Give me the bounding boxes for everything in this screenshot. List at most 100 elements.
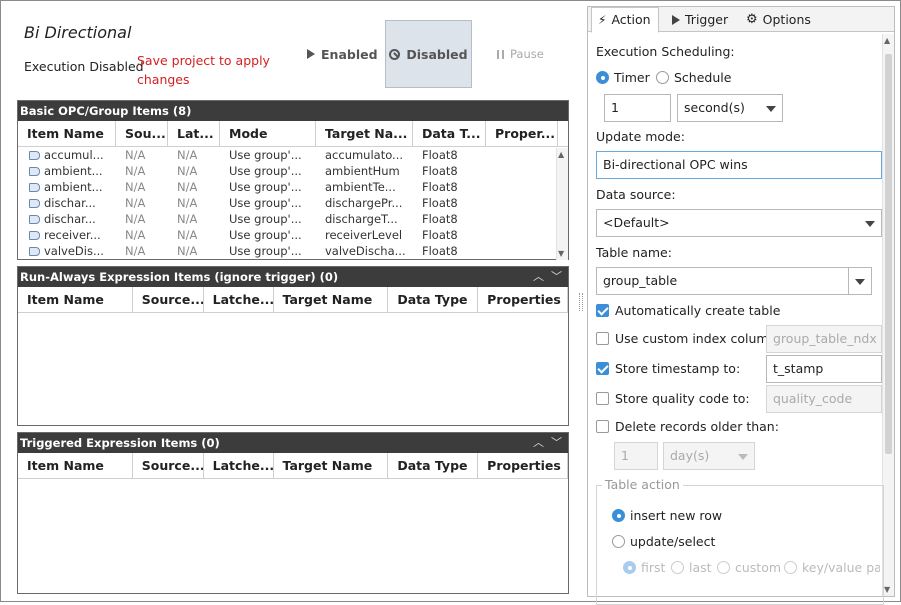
column-header[interactable]: Target Name xyxy=(274,287,389,312)
table-cell: receiver... xyxy=(18,227,116,243)
item-name: ambient... xyxy=(44,164,103,178)
split-divider-handle[interactable] xyxy=(579,293,583,311)
column-header[interactable]: Mode xyxy=(220,121,316,146)
column-header[interactable]: Proper... xyxy=(486,121,558,146)
table-row[interactable]: ambient... N/A N/A Use group'... ambientHum F… xyxy=(18,163,568,179)
column-header[interactable]: Item Name xyxy=(18,453,133,478)
tab-options-label: Options xyxy=(762,11,811,27)
pause-button[interactable]: Pause xyxy=(497,45,544,63)
radio-selected-icon[interactable] xyxy=(596,71,609,84)
table-row[interactable]: ambient... N/A N/A Use group'... ambientTe..… xyxy=(18,179,568,195)
scroll-up-icon[interactable]: ▲ xyxy=(884,36,890,45)
column-header[interactable]: Source... xyxy=(133,287,204,312)
first-radio[interactable]: first xyxy=(623,560,665,575)
column-header[interactable]: Data Type xyxy=(388,453,479,478)
column-header[interactable]: Data Type xyxy=(388,287,479,312)
disabled-button[interactable]: Disabled xyxy=(385,20,472,88)
tag-icon xyxy=(29,151,40,160)
chevron-down-icon xyxy=(738,454,748,460)
table-cell: Use group'... xyxy=(229,180,302,194)
column-header[interactable]: Data T... xyxy=(413,121,486,146)
timer-radio[interactable]: Timer xyxy=(596,70,650,85)
enabled-button[interactable]: Enabled xyxy=(307,45,378,63)
store-quality-checkbox[interactable]: Store quality code to: xyxy=(596,391,750,406)
checkbox-icon[interactable] xyxy=(596,420,609,433)
key-value-radio[interactable]: key/value pair xyxy=(784,560,880,575)
rate-input[interactable]: 1 xyxy=(604,94,671,122)
timestamp-input[interactable]: t_stamp xyxy=(766,355,882,383)
table-cell: accumulato... xyxy=(325,148,404,162)
delete-age-input[interactable]: 1 xyxy=(614,442,658,470)
checkbox-checked-icon[interactable] xyxy=(596,304,609,317)
collapse-up-icon[interactable]: ︿ xyxy=(533,433,544,453)
opc-panel-title: Basic OPC/Group Items (8) xyxy=(20,104,192,118)
column-header[interactable]: Latche... xyxy=(204,287,274,312)
table-cell: Use group'... xyxy=(229,196,302,210)
quality-input[interactable]: quality_code xyxy=(766,385,882,413)
column-header[interactable]: Target Na... xyxy=(316,121,413,146)
column-header[interactable]: Sou... xyxy=(116,121,168,146)
rate-unit-dropdown[interactable]: second(s) xyxy=(677,94,783,122)
radio-selected-icon[interactable] xyxy=(612,509,625,522)
collapse-up-icon[interactable]: ︿ xyxy=(533,267,544,287)
custom-radio[interactable]: custom xyxy=(717,560,781,575)
tab-action[interactable]: ⚡ Action xyxy=(591,7,659,33)
lightning-icon: ⚡ xyxy=(598,13,607,27)
column-header[interactable]: Lat... xyxy=(168,121,220,146)
column-header[interactable]: Item Name xyxy=(18,287,133,312)
column-header[interactable]: Latche... xyxy=(204,453,274,478)
radio-icon[interactable] xyxy=(656,71,669,84)
table-row[interactable]: dischar... N/A N/A Use group'... dischargeT.… xyxy=(18,211,568,227)
rate-unit-value: second(s) xyxy=(684,100,745,115)
scroll-up-icon[interactable]: ▲ xyxy=(558,150,564,159)
column-header[interactable]: Properties xyxy=(478,453,568,478)
column-header[interactable]: Properties xyxy=(478,287,568,312)
checkbox-icon[interactable] xyxy=(596,332,609,345)
custom-index-input[interactable]: group_table_ndx xyxy=(766,325,882,353)
update-mode-field[interactable]: Bi-directional OPC wins xyxy=(596,151,882,179)
triggered-header: Triggered Expression Items (0) ︿ ﹀ xyxy=(18,433,568,453)
column-header[interactable]: Target Name xyxy=(274,453,389,478)
disabled-icon xyxy=(389,48,401,60)
checkbox-checked-icon[interactable] xyxy=(596,362,609,375)
radio-icon[interactable] xyxy=(717,561,730,574)
column-header[interactable]: Item Name xyxy=(18,121,116,146)
delete-older-checkbox[interactable]: Delete records older than: xyxy=(596,419,779,434)
schedule-radio[interactable]: Schedule xyxy=(656,70,731,85)
opc-scrollbar[interactable]: ▲ ▼ xyxy=(556,148,568,260)
table-cell: ambient... xyxy=(18,163,116,179)
collapse-down-icon[interactable]: ﹀ xyxy=(551,433,562,453)
delete-unit-dropdown[interactable]: day(s) xyxy=(663,442,755,470)
item-name: dischar... xyxy=(44,196,96,210)
table-cell: Use group'... xyxy=(229,244,302,258)
table-row[interactable]: receiver... N/A N/A Use group'... receiverLe… xyxy=(18,227,568,243)
table-row[interactable]: accumul... N/A N/A Use group'... accumulato.… xyxy=(18,147,568,163)
scroll-thumb[interactable] xyxy=(885,54,892,454)
custom-index-checkbox[interactable]: Use custom index column: xyxy=(596,331,781,346)
insert-new-row-radio[interactable]: insert new row xyxy=(612,508,722,523)
radio-icon[interactable] xyxy=(784,561,797,574)
table-row[interactable]: dischar... N/A N/A Use group'... dischargePr… xyxy=(18,195,568,211)
table-row[interactable]: valveDis... N/A N/A Use group'... valveDisch… xyxy=(18,243,568,259)
radio-icon[interactable] xyxy=(671,561,684,574)
column-header[interactable]: Source... xyxy=(133,453,204,478)
data-source-dropdown[interactable]: <Default> xyxy=(596,209,882,237)
table-name-combo[interactable]: group_table xyxy=(596,267,872,295)
store-timestamp-label: Store timestamp to: xyxy=(615,361,741,376)
auto-create-checkbox[interactable]: Automatically create table xyxy=(596,303,780,318)
radio-icon[interactable] xyxy=(612,535,625,548)
scroll-down-icon[interactable]: ▼ xyxy=(884,585,890,594)
tab-options[interactable]: ⚙ Options xyxy=(740,7,817,32)
store-quality-label: Store quality code to: xyxy=(615,391,750,406)
delete-unit-value: day(s) xyxy=(670,448,710,463)
checkbox-icon[interactable] xyxy=(596,392,609,405)
last-radio[interactable]: last xyxy=(671,560,712,575)
scroll-down-icon[interactable]: ▼ xyxy=(558,249,564,258)
chevron-down-icon xyxy=(865,221,875,227)
store-timestamp-checkbox[interactable]: Store timestamp to: xyxy=(596,361,740,376)
update-select-radio[interactable]: update/select xyxy=(612,534,715,549)
radio-selected-icon[interactable] xyxy=(623,561,636,574)
tab-trigger[interactable]: Trigger xyxy=(666,7,734,32)
pause-icon xyxy=(497,49,504,59)
collapse-down-icon[interactable]: ﹀ xyxy=(551,267,562,287)
